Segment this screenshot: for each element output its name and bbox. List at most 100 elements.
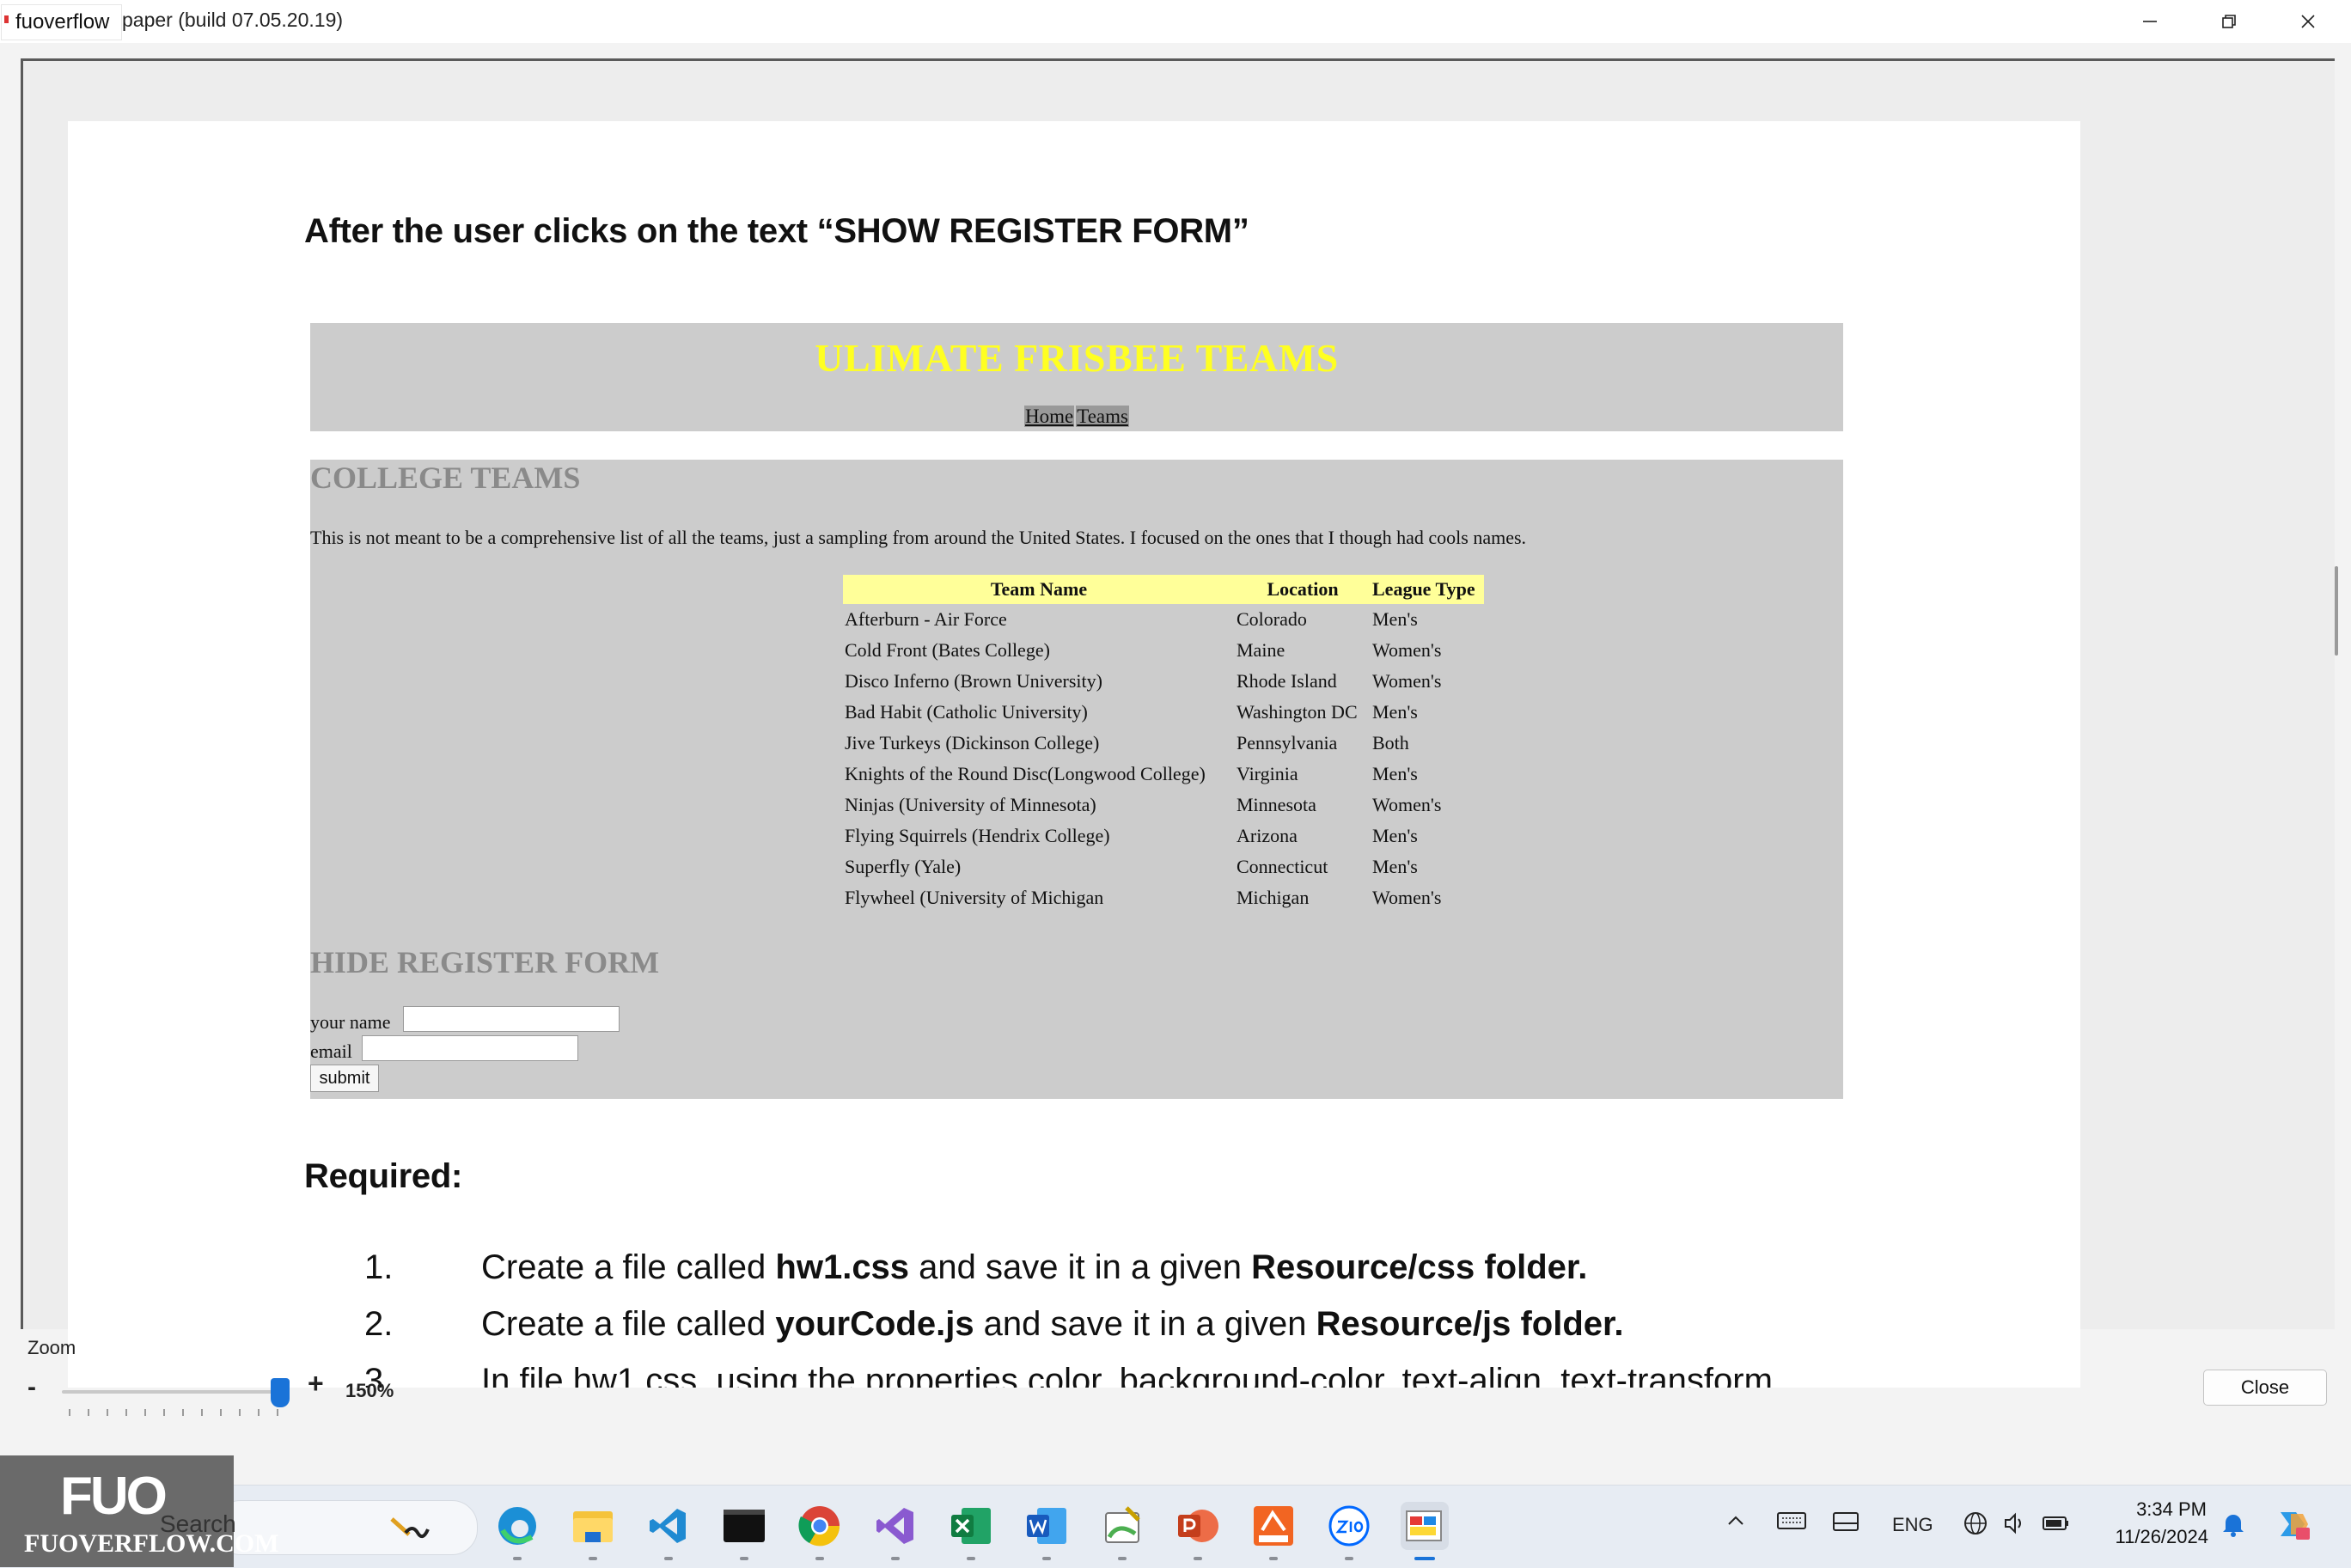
title-bar: fuoverflow paper (build 07.05.20.19): [0, 0, 2351, 43]
intro-paragraph: This is not meant to be a comprehensive …: [310, 527, 1527, 548]
tablet-mode-icon[interactable]: [1832, 1510, 1859, 1537]
minimize-button[interactable]: [2110, 0, 2189, 43]
zoom-tick: [239, 1409, 241, 1416]
league-cell: Men's: [1372, 856, 1418, 877]
table-row: Jive Turkeys (Dickinson College) Pennsylv…: [843, 728, 1484, 759]
requirement-number: 1.: [364, 1248, 394, 1286]
team-name-cell: Flywheel (University of Michigan: [845, 887, 1104, 908]
excel-icon[interactable]: [947, 1502, 995, 1550]
zoom-tick: [69, 1409, 70, 1416]
active-indicator: [1414, 1557, 1435, 1560]
network-icon[interactable]: [1963, 1510, 1988, 1541]
close-window-button[interactable]: [2269, 0, 2348, 43]
location-cell: Arizona: [1237, 825, 1298, 846]
site-title: ULIMATE FRISBEE TEAMS: [815, 336, 1339, 380]
document-page: After the user clicks on the text “SHOW …: [68, 121, 2080, 1388]
league-cell: Women's: [1372, 639, 1442, 661]
running-indicator: [664, 1557, 673, 1560]
zoom-out-button[interactable]: -: [27, 1373, 36, 1402]
watermark-logo: FUO: [60, 1467, 168, 1526]
edge-icon[interactable]: [493, 1502, 541, 1550]
section-heading: COLLEGE TEAMS: [310, 461, 581, 495]
column-header: Team Name: [843, 575, 1235, 604]
search-label[interactable]: Search: [160, 1510, 236, 1538]
paint-icon[interactable]: [1098, 1502, 1146, 1550]
zoom-in-button[interactable]: +: [308, 1368, 324, 1400]
requirement-text: In file hw1.css, using the properties co…: [481, 1362, 1773, 1388]
table-row: Flywheel (University of Michigan Michigan…: [843, 882, 1484, 913]
hide-register-form-link[interactable]: HIDE REGISTER FORM: [310, 944, 659, 980]
chrome-icon[interactable]: [796, 1502, 844, 1550]
file-explorer-icon[interactable]: [569, 1502, 617, 1550]
running-indicator: [1269, 1557, 1278, 1560]
league-cell: Women's: [1372, 887, 1442, 908]
battery-icon[interactable]: [2042, 1510, 2071, 1541]
zoom-tick: [220, 1409, 222, 1416]
watermark-text: FUOVERFLOW.COM: [24, 1529, 279, 1558]
team-name-cell: Flying Squirrels (Hendrix College): [845, 825, 1110, 846]
document-heading: After the user clicks on the text “SHOW …: [304, 212, 1249, 250]
location-cell: Maine: [1237, 639, 1285, 661]
team-name-cell: Knights of the Round Disc(Longwood Colle…: [845, 763, 1206, 784]
table-row: Ninjas (University of Minnesota) Minnesot…: [843, 790, 1484, 821]
chevron-up-icon[interactable]: [1725, 1510, 1746, 1535]
team-name-cell: Cold Front (Bates College): [845, 639, 1050, 661]
table-row: Disco Inferno (Brown University) Rhode Is…: [843, 666, 1484, 697]
close-button[interactable]: Close: [2203, 1370, 2327, 1406]
running-indicator: [513, 1557, 522, 1560]
window-title: paper (build 07.05.20.19): [122, 9, 344, 31]
foxit-reader-icon[interactable]: [1249, 1502, 1298, 1550]
league-cell: Men's: [1372, 701, 1418, 723]
visual-studio-icon[interactable]: [871, 1502, 919, 1550]
notification-bell-icon[interactable]: [2220, 1510, 2246, 1542]
powerpoint-icon[interactable]: [1174, 1502, 1222, 1550]
nav-link-teams[interactable]: Teams: [1076, 406, 1129, 427]
zoom-tick: [277, 1409, 278, 1416]
copilot-icon[interactable]: [2274, 1505, 2311, 1547]
nav-link-home[interactable]: Home: [1024, 406, 1075, 427]
running-indicator: [1118, 1557, 1127, 1560]
restore-button[interactable]: [2189, 0, 2269, 43]
requirement-text: Create a file called yourCode.js and sav…: [481, 1305, 1624, 1343]
zoom-slider-thumb[interactable]: [271, 1378, 290, 1407]
location-cell: Minnesota: [1237, 794, 1316, 815]
document-viewer[interactable]: After the user clicks on the text “SHOW …: [21, 58, 2338, 1388]
embedded-site-body: COLLEGE TEAMS This is not meant to be a …: [310, 460, 1843, 1099]
location-cell: Washington DC: [1237, 701, 1358, 723]
location-cell: Connecticut: [1237, 856, 1328, 877]
teams-table: Team Name Location League Type Afterburn…: [843, 575, 1484, 913]
zoom-tick: [182, 1409, 184, 1416]
zoom-slider-track[interactable]: [62, 1390, 287, 1394]
team-name-cell: Disco Inferno (Brown University): [845, 670, 1102, 692]
active-app-icon[interactable]: [1401, 1502, 1449, 1550]
name-label: your name: [310, 1011, 391, 1033]
submit-button[interactable]: submit: [310, 1065, 379, 1092]
zoom-value: 150%: [345, 1380, 394, 1401]
location-cell: Colorado: [1237, 608, 1307, 630]
keyboard-icon[interactable]: [1777, 1510, 1806, 1535]
running-indicator: [1345, 1557, 1353, 1560]
clock-time[interactable]: 3:34 PM: [2136, 1498, 2207, 1521]
zoom-tick: [125, 1409, 127, 1416]
location-cell: Rhode Island: [1237, 670, 1337, 692]
zoom-tick: [258, 1409, 260, 1416]
zalo-icon[interactable]: [1325, 1502, 1373, 1550]
vertical-scrollbar[interactable]: [2335, 566, 2338, 656]
volume-icon[interactable]: [2002, 1510, 2028, 1541]
email-input[interactable]: [362, 1035, 578, 1061]
language-indicator[interactable]: ENG: [1892, 1514, 1933, 1536]
zoom-tick: [163, 1409, 165, 1416]
requirement-text: Create a file called hw1.css and save it…: [481, 1248, 1588, 1286]
clock-date[interactable]: 11/26/2024: [2100, 1526, 2208, 1548]
league-cell: Both: [1372, 732, 1409, 753]
name-input[interactable]: [403, 1006, 620, 1032]
app-icon: [4, 15, 9, 23]
vscode-icon[interactable]: [644, 1502, 693, 1550]
column-header: Location: [1235, 575, 1371, 604]
table-row: Flying Squirrels (Hendrix College) Arizon…: [843, 821, 1484, 851]
league-cell: Women's: [1372, 794, 1442, 815]
terminal-icon[interactable]: [720, 1502, 768, 1550]
table-row: Bad Habit (Catholic University) Washingto…: [843, 697, 1484, 728]
word-icon[interactable]: [1023, 1502, 1071, 1550]
pen-app-icon[interactable]: [388, 1502, 437, 1550]
